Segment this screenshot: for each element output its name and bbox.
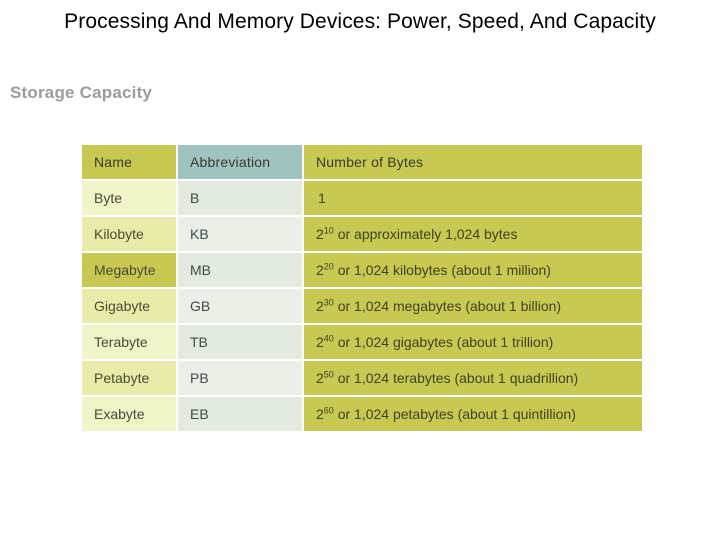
power-base: 2: [316, 334, 324, 350]
cell-name: Gigabyte: [82, 289, 176, 323]
cell-number-of-bytes-text: 250 or 1,024 terabytes (about 1 quadrill…: [316, 370, 642, 386]
cell-name: Terabyte: [82, 325, 176, 359]
cell-number-of-bytes-text: 240 or 1,024 gigabytes (about 1 trillion…: [316, 334, 642, 350]
cell-abbreviation: GB: [178, 289, 302, 323]
table-row: Petabyte PB 250 or 1,024 terabytes (about …: [82, 361, 642, 395]
column-header-number-of-bytes: Number of Bytes: [304, 145, 642, 179]
power-base: 2: [316, 298, 324, 314]
cell-abbreviation: TB: [178, 325, 302, 359]
power-exponent: 30: [323, 297, 334, 308]
power-base: 2: [316, 262, 324, 278]
cell-abbreviation-text: EB: [190, 406, 209, 422]
power-description: 1: [318, 190, 326, 206]
table-row: Byte B 1: [82, 181, 642, 215]
cell-number-of-bytes: 230 or 1,024 megabytes (about 1 billion): [304, 289, 642, 323]
power-exponent: 10: [323, 225, 334, 236]
slide-canvas: Processing And Memory Devices: Power, Sp…: [0, 0, 720, 540]
column-header-name: Name: [82, 145, 176, 179]
cell-name: Byte: [82, 181, 176, 215]
cell-abbreviation-text: PB: [190, 370, 209, 386]
table-row: Terabyte TB 240 or 1,024 gigabytes (about …: [82, 325, 642, 359]
table-row: Exabyte EB 260 or 1,024 petabytes (about 1…: [82, 397, 642, 431]
cell-number-of-bytes: 250 or 1,024 terabytes (about 1 quadrill…: [304, 361, 642, 395]
cell-abbreviation-text: KB: [190, 226, 209, 242]
cell-abbreviation: B: [178, 181, 302, 215]
table-row: Kilobyte KB 210 or approximately 1,024 byt…: [82, 217, 642, 251]
cell-name: Kilobyte: [82, 217, 176, 251]
cell-number-of-bytes: 220 or 1,024 kilobytes (about 1 million): [304, 253, 642, 287]
cell-abbreviation-text: GB: [190, 298, 211, 314]
power-base: 2: [316, 406, 324, 422]
cell-name-text: Terabyte: [94, 334, 148, 350]
cell-name-text: Exabyte: [94, 406, 145, 422]
power-description: or 1,024 gigabytes (about 1 trillion): [333, 334, 554, 350]
power-base: 2: [316, 370, 324, 386]
cell-abbreviation: EB: [178, 397, 302, 431]
cell-abbreviation-text: MB: [190, 262, 211, 278]
power-description: or 1,024 kilobytes (about 1 million): [333, 262, 551, 278]
section-subtitle: Storage Capacity: [10, 83, 153, 102]
cell-abbreviation: MB: [178, 253, 302, 287]
cell-name-text: Byte: [94, 190, 123, 206]
cell-abbreviation-text: B: [190, 190, 200, 206]
cell-number-of-bytes-text: 230 or 1,024 megabytes (about 1 billion): [316, 298, 642, 314]
cell-abbreviation: PB: [178, 361, 302, 395]
cell-number-of-bytes-text: 210 or approximately 1,024 bytes: [316, 226, 642, 242]
power-exponent: 50: [323, 369, 334, 380]
cell-name: Exabyte: [82, 397, 176, 431]
cell-abbreviation: KB: [178, 217, 302, 251]
cell-number-of-bytes-text: 1: [318, 190, 642, 206]
column-header-abbreviation: Abbreviation: [178, 145, 302, 179]
cell-name: Petabyte: [82, 361, 176, 395]
table-row: Megabyte MB 220 or 1,024 kilobytes (about …: [82, 253, 642, 287]
cell-name-text: Megabyte: [94, 262, 156, 278]
table-header-row: Name Abbreviation Number of Bytes: [82, 145, 642, 179]
power-exponent: 20: [323, 261, 334, 272]
power-exponent: 40: [323, 333, 334, 344]
cell-name-text: Kilobyte: [94, 226, 144, 242]
power-base: 2: [316, 226, 324, 242]
cell-number-of-bytes: 210 or approximately 1,024 bytes: [304, 217, 642, 251]
table-row: Gigabyte GB 230 or 1,024 megabytes (about …: [82, 289, 642, 323]
cell-name: Megabyte: [82, 253, 176, 287]
cell-name-text: Petabyte: [94, 370, 150, 386]
power-description: or 1,024 megabytes (about 1 billion): [333, 298, 562, 314]
cell-number-of-bytes: 1: [304, 181, 642, 215]
table-body: Byte B 1 Kilobyte KB 210 or approximately 1,0…: [82, 181, 642, 431]
power-description: or 1,024 terabytes (about 1 quadrillion): [333, 370, 579, 386]
storage-capacity-table: Name Abbreviation Number of Bytes Byte B 1…: [80, 143, 644, 433]
cell-number-of-bytes-text: 220 or 1,024 kilobytes (about 1 million): [316, 262, 642, 278]
power-description: or 1,024 petabytes (about 1 quintillion): [333, 406, 576, 422]
power-exponent: 60: [323, 405, 334, 416]
cell-abbreviation-text: TB: [190, 334, 208, 350]
power-description: or approximately 1,024 bytes: [333, 226, 518, 242]
cell-number-of-bytes: 260 or 1,024 petabytes (about 1 quintill…: [304, 397, 642, 431]
cell-name-text: Gigabyte: [94, 298, 151, 314]
page-title: Processing And Memory Devices: Power, Sp…: [64, 10, 656, 33]
cell-number-of-bytes: 240 or 1,024 gigabytes (about 1 trillion…: [304, 325, 642, 359]
cell-number-of-bytes-text: 260 or 1,024 petabytes (about 1 quintill…: [316, 406, 642, 422]
